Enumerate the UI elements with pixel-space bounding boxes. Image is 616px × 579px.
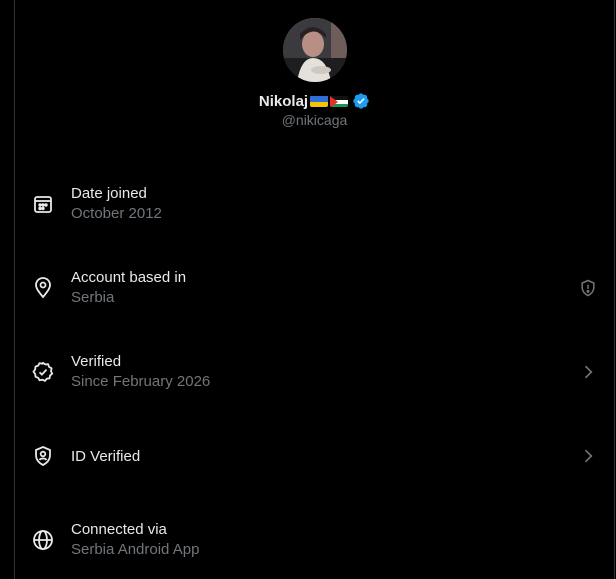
- account-based-in-value: Serbia: [71, 289, 115, 306]
- globe-icon: [31, 528, 55, 552]
- calendar-icon: [31, 192, 55, 216]
- verified-label: Verified: [71, 353, 122, 370]
- date-joined-label: Date joined: [71, 185, 147, 202]
- display-name-row: Nikolaj: [15, 92, 614, 110]
- ukraine-flag-icon: [310, 95, 329, 107]
- id-verified-row[interactable]: ID Verified: [15, 420, 614, 504]
- chevron-right-icon[interactable]: [578, 362, 598, 382]
- user-handle[interactable]: @nikicaga: [15, 112, 614, 128]
- account-based-in-label: Account based in: [71, 269, 187, 286]
- display-name[interactable]: Nikolaj: [259, 93, 308, 110]
- palestine-flag-icon: [330, 95, 349, 107]
- about-account-panel: Nikolaj @nikicaga Date joined October 20…: [14, 0, 615, 579]
- verified-value: Since February 2026: [71, 373, 211, 390]
- date-joined-value: October 2012: [71, 205, 162, 222]
- location-pin-icon: [31, 276, 55, 300]
- verified-row[interactable]: Verified Since February 2026: [15, 336, 614, 420]
- avatar[interactable]: [282, 18, 347, 82]
- connected-via-row: Connected via Serbia Android App: [15, 504, 614, 579]
- id-shield-icon: [31, 444, 55, 468]
- account-based-in-row: Account based in Serbia: [15, 252, 614, 336]
- connected-via-value: Serbia Android App: [71, 541, 200, 558]
- profile-header: Nikolaj @nikicaga: [15, 18, 614, 128]
- verified-check-icon: [31, 360, 55, 384]
- id-verified-label: ID Verified: [71, 448, 141, 465]
- account-info-list: Date joined October 2012 Account based i…: [15, 168, 614, 579]
- connected-via-label: Connected via: [71, 521, 167, 538]
- chevron-right-icon[interactable]: [578, 446, 598, 466]
- shield-info-icon[interactable]: [578, 278, 598, 298]
- verified-badge-icon[interactable]: [352, 92, 370, 110]
- date-joined-row: Date joined October 2012: [15, 168, 614, 252]
